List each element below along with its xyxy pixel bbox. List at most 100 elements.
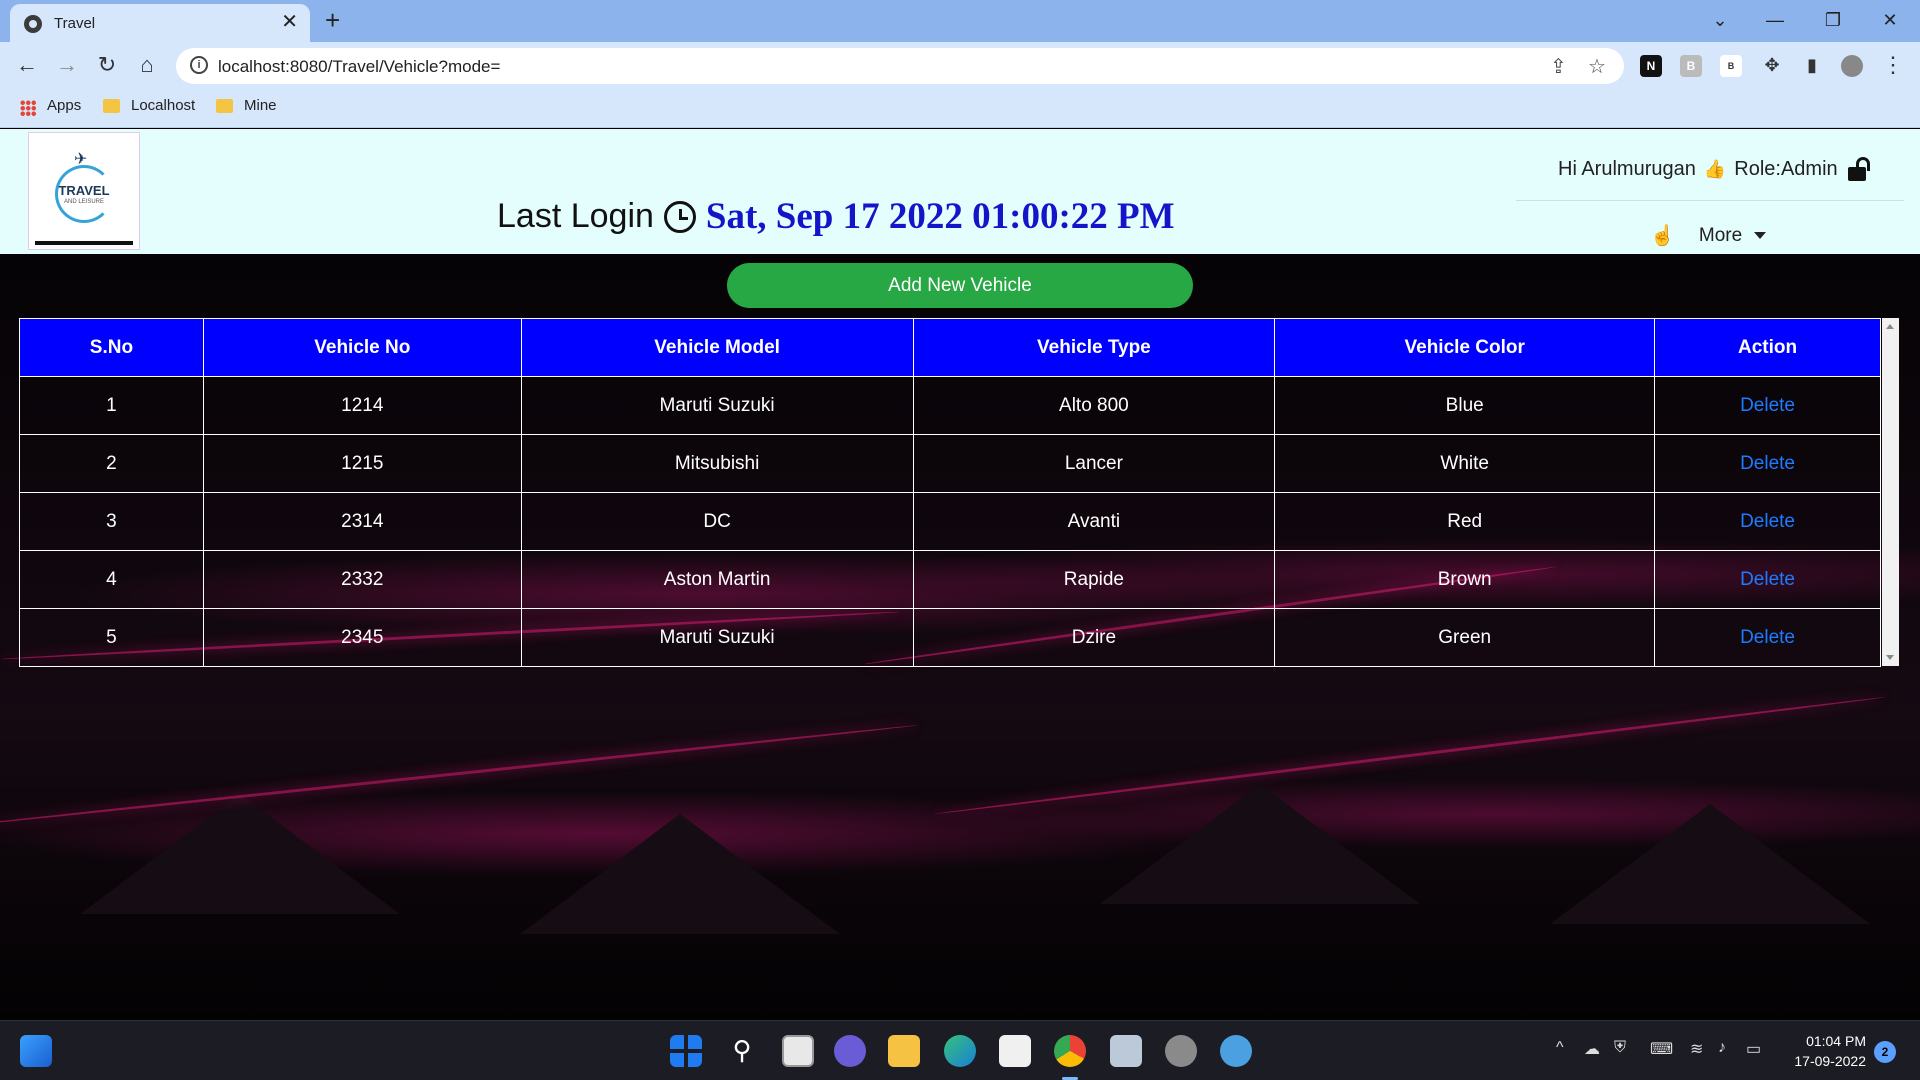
- table-header-row: S.No Vehicle No Vehicle Model Vehicle Ty…: [19, 318, 1881, 377]
- cell-vehicle-no: 2332: [202, 550, 522, 609]
- restore-icon[interactable]: ❐: [1813, 6, 1853, 34]
- minimize-icon[interactable]: —: [1755, 6, 1795, 34]
- thumbs-up-outline-icon[interactable]: ☝: [1650, 223, 1675, 248]
- table-row: 4 2332 Aston Martin Rapide Brown Delete: [19, 550, 1881, 609]
- main-content: Add New Vehicle S.No Vehicle No Vehicle …: [0, 254, 1920, 1020]
- search-icon[interactable]: ⚲: [726, 1035, 758, 1067]
- unlock-icon[interactable]: [1847, 157, 1870, 181]
- page-header: ✈ TRAVEL AND LEISURE Last Login Sat, Sep…: [0, 129, 1920, 254]
- clock-icon: [663, 200, 696, 233]
- add-new-vehicle-button[interactable]: Add New Vehicle: [727, 263, 1193, 308]
- tab-search-icon[interactable]: ⌄: [1700, 6, 1740, 34]
- cell-vehicle-model: Aston Martin: [520, 550, 914, 609]
- cell-vehicle-type: Rapide: [912, 550, 1276, 609]
- table-scrollbar[interactable]: [1882, 318, 1899, 666]
- cell-vehicle-type: Dzire: [912, 608, 1276, 667]
- delete-link[interactable]: Delete: [1654, 492, 1881, 551]
- security-shield-icon[interactable]: ⛨: [1614, 1039, 1626, 1057]
- cell-vehicle-type: Lancer: [912, 434, 1276, 493]
- delete-link[interactable]: Delete: [1654, 376, 1881, 435]
- microsoft-store-icon[interactable]: [999, 1035, 1031, 1067]
- keyboard-icon[interactable]: ⌨: [1650, 1039, 1673, 1059]
- cell-vehicle-no: 2314: [202, 492, 522, 551]
- chrome-icon[interactable]: [1054, 1035, 1086, 1067]
- user-greeting: Hi Arulmurugan: [1558, 157, 1696, 180]
- globe-app-icon[interactable]: [1220, 1035, 1252, 1067]
- file-explorer-icon[interactable]: [888, 1035, 920, 1067]
- user-info: Hi Arulmurugan 👍 Role:Admin: [1558, 157, 1870, 181]
- teams-chat-icon[interactable]: [834, 1035, 866, 1067]
- profile-avatar[interactable]: [1841, 55, 1863, 77]
- menu-kebab-icon[interactable]: ⋮: [1878, 51, 1908, 81]
- settings-gear-icon[interactable]: [1165, 1035, 1197, 1067]
- extension-b-small-icon[interactable]: B: [1720, 55, 1742, 77]
- close-window-icon[interactable]: ✕: [1870, 6, 1910, 34]
- cell-vehicle-no: 1214: [202, 376, 522, 435]
- delete-link[interactable]: Delete: [1654, 434, 1881, 493]
- share-icon[interactable]: ⇪: [1550, 54, 1567, 79]
- home-icon[interactable]: ⌂: [132, 51, 162, 81]
- caret-down-icon[interactable]: [1754, 232, 1767, 239]
- scroll-down-arrow-icon[interactable]: [1886, 655, 1894, 660]
- notification-badge[interactable]: 2: [1874, 1041, 1896, 1063]
- side-panel-icon[interactable]: ▮: [1797, 51, 1827, 81]
- forward-arrow-icon[interactable]: →: [52, 51, 82, 81]
- close-tab-icon[interactable]: ✕: [281, 12, 298, 32]
- extensions-puzzle-icon[interactable]: ✥: [1757, 51, 1787, 81]
- cell-vehicle-color: Brown: [1274, 550, 1656, 609]
- cell-vehicle-model: DC: [520, 492, 914, 551]
- bookmarks-bar: Apps Localhost Mine: [0, 88, 1920, 128]
- travel-logo[interactable]: ✈ TRAVEL AND LEISURE: [28, 132, 140, 250]
- apps-grid-icon: [20, 100, 36, 116]
- extension-n-icon[interactable]: N: [1640, 55, 1662, 77]
- folder-icon: [103, 99, 120, 113]
- bookmark-apps[interactable]: Apps: [47, 97, 81, 114]
- cell-sno: 3: [19, 492, 204, 551]
- reload-icon[interactable]: ↻: [92, 51, 122, 81]
- cell-vehicle-type: Alto 800: [912, 376, 1276, 435]
- system-clock[interactable]: 01:04 PM 17-09-2022: [1786, 1031, 1866, 1071]
- wifi-icon[interactable]: ≋: [1690, 1039, 1703, 1059]
- cell-vehicle-no: 2345: [202, 608, 522, 667]
- widgets-icon[interactable]: [20, 1035, 52, 1067]
- browser-tab-travel[interactable]: Travel ✕: [10, 4, 310, 42]
- address-bar[interactable]: i localhost:8080/Travel/Vehicle?mode= ⇪ …: [176, 48, 1624, 84]
- site-info-icon[interactable]: i: [190, 56, 208, 74]
- column-header-action: Action: [1654, 318, 1881, 377]
- last-login: Last Login Sat, Sep 17 2022 01:00:22 PM: [497, 195, 1175, 238]
- edge-browser-icon[interactable]: [944, 1035, 976, 1067]
- background-mountain: [80, 794, 400, 914]
- bookmark-star-icon[interactable]: ☆: [1588, 54, 1606, 79]
- windows-start-icon[interactable]: [670, 1035, 702, 1067]
- windows-taskbar: ⚲ ^ ☁ ⛨ ⌨ ≋ ♪ ▭ 01:04 PM 17-09-2022 2: [0, 1020, 1920, 1080]
- battery-icon[interactable]: ▭: [1746, 1039, 1761, 1059]
- last-login-label: Last Login: [497, 197, 654, 235]
- header-divider: [1516, 200, 1904, 201]
- more-label[interactable]: More: [1699, 225, 1742, 247]
- column-header-vehicle-no: Vehicle No: [202, 318, 522, 377]
- task-view-icon[interactable]: [782, 1035, 814, 1067]
- browser-toolbar: ← → ↻ ⌂ i localhost:8080/Travel/Vehicle?…: [0, 42, 1920, 88]
- cell-vehicle-model: Maruti Suzuki: [520, 376, 914, 435]
- volume-icon[interactable]: ♪: [1718, 1039, 1726, 1057]
- url-text[interactable]: localhost:8080/Travel/Vehicle?mode=: [218, 57, 500, 77]
- delete-link[interactable]: Delete: [1654, 550, 1881, 609]
- tab-title: Travel: [54, 15, 96, 32]
- cell-vehicle-type: Avanti: [912, 492, 1276, 551]
- bookmark-mine[interactable]: Mine: [244, 97, 277, 114]
- new-tab-button[interactable]: +: [325, 6, 340, 34]
- delete-link[interactable]: Delete: [1654, 608, 1881, 667]
- cell-vehicle-color: Green: [1274, 608, 1656, 667]
- storage-app-icon[interactable]: [1110, 1035, 1142, 1067]
- vehicle-table: S.No Vehicle No Vehicle Model Vehicle Ty…: [19, 318, 1881, 667]
- back-arrow-icon[interactable]: ←: [12, 51, 42, 81]
- background-mountain: [1550, 804, 1870, 924]
- bookmark-localhost[interactable]: Localhost: [131, 97, 195, 114]
- scroll-up-arrow-icon[interactable]: [1886, 324, 1894, 329]
- more-menu[interactable]: ☝ More: [1650, 223, 1767, 248]
- extension-b-icon[interactable]: B: [1680, 55, 1702, 77]
- onedrive-cloud-icon[interactable]: ☁: [1584, 1039, 1600, 1059]
- chevron-up-icon[interactable]: ^: [1556, 1039, 1564, 1057]
- table-row: 3 2314 DC Avanti Red Delete: [19, 492, 1881, 551]
- last-login-time: Sat, Sep 17 2022 01:00:22 PM: [705, 196, 1175, 237]
